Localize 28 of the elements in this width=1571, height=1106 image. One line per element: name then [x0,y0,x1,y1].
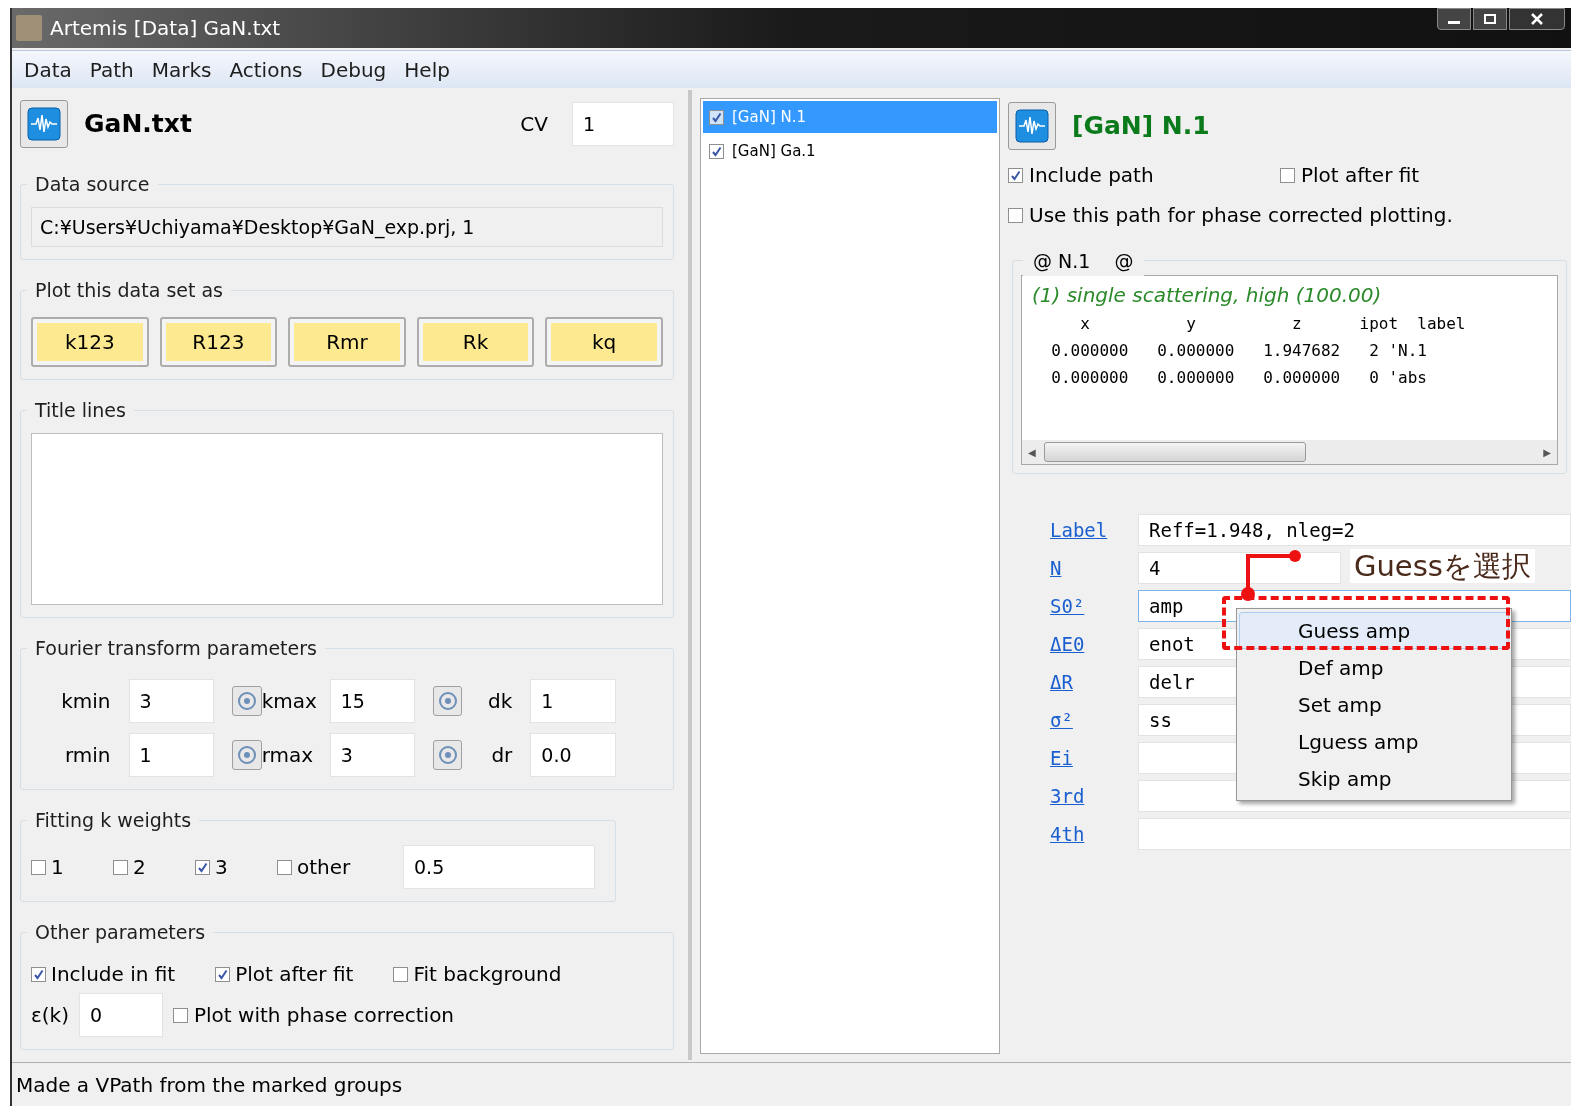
annotation-label: Guessを選択 [1350,549,1535,583]
checkbox-label: 2 [133,854,146,881]
data-source-field: C:¥Users¥Uchiyama¥Desktop¥GaN_exp.prj, 1 [31,207,663,247]
checkbox-label: Fit background [413,961,562,988]
checkbox-label: Plot with phase correction [194,1002,455,1029]
status-bar: Made a VPath from the marked groups [12,1062,1571,1106]
epsilon-label: ε(k) [31,1002,69,1029]
checkbox-label: 3 [215,854,228,881]
path-name: [GaN] N.1 [1072,110,1210,143]
window-title: Artemis [Data] GaN.txt [50,15,281,42]
checkbox-label: Include path [1029,162,1154,189]
checkbox-label: 1 [51,854,64,881]
param-label: rmax [261,742,312,769]
param-label: dr [490,742,513,769]
feff-line: 0.000000 0.000000 0.000000 0 'abs [1050,367,1428,389]
checkbox-label: other [297,854,351,881]
checkbox-label: Use this path for phase corrected plotting. [1029,202,1453,229]
checkbox-label: Plot after fit [235,961,354,988]
param-label: kmin [61,688,111,715]
checkbox-label: Include in fit [51,961,176,988]
data-name: GaN.txt [84,108,192,141]
feff-line: x y z ipot label [1079,313,1467,335]
path-description: (1) single scattering, high (100.00) [1032,282,1383,309]
feff-line: 0.000000 0.000000 1.947682 2 'N.1 [1050,340,1428,362]
param-label: dk [487,688,513,715]
param-label: rmin [63,742,111,769]
cv-label: CV [520,111,548,138]
checkbox-label: Plot after fit [1301,162,1420,189]
